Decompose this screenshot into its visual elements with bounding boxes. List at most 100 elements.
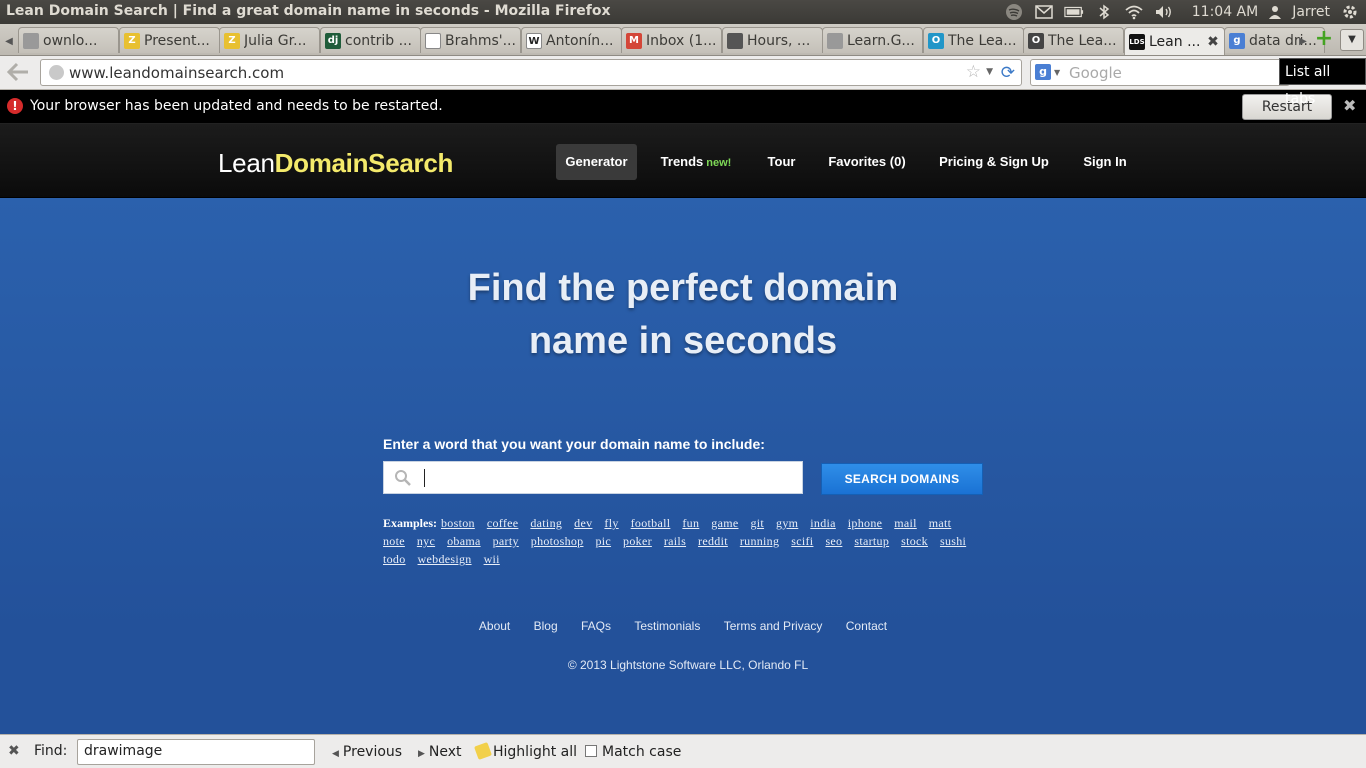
search-prompt-label: Enter a word that you want your domain n… <box>383 436 765 452</box>
url-history-dropdown-icon[interactable]: ▼ <box>986 67 993 77</box>
example-link[interactable]: poker <box>623 534 652 548</box>
google-engine-icon[interactable]: g <box>1035 64 1051 80</box>
example-link[interactable]: sushi <box>940 534 966 548</box>
browser-tab[interactable]: dj contrib ... <box>320 27 421 53</box>
battery-icon[interactable] <box>1064 3 1084 21</box>
scroll-tabs-left-icon[interactable]: ◀ <box>2 30 16 52</box>
example-link[interactable]: game <box>711 516 738 530</box>
domain-search-field[interactable] <box>383 461 803 494</box>
nav-pricing-signup[interactable]: Pricing & Sign Up <box>930 144 1058 180</box>
browser-tab[interactable]: Hours, ... <box>722 27 823 53</box>
scroll-tabs-right-icon[interactable]: ▶ <box>1296 30 1310 52</box>
bluetooth-icon[interactable] <box>1094 3 1114 21</box>
close-find-bar-icon[interactable]: ✖ <box>8 743 20 759</box>
example-link[interactable]: coffee <box>487 516 519 530</box>
wifi-icon[interactable] <box>1124 3 1144 21</box>
browser-tab[interactable]: Brahms'... <box>420 27 521 53</box>
browser-tab[interactable]: LDS Lean ... ✖ <box>1124 27 1225 55</box>
bookmark-star-icon[interactable]: ☆ <box>966 62 981 82</box>
example-link[interactable]: photoshop <box>531 534 584 548</box>
footer-contact-link[interactable]: Contact <box>846 619 887 633</box>
find-previous-button[interactable]: ◀ Previous <box>332 744 402 760</box>
find-next-button[interactable]: ▶ Next <box>418 744 462 760</box>
list-all-tabs-button[interactable]: ▼ <box>1340 29 1364 51</box>
gear-icon[interactable] <box>1340 3 1360 21</box>
volume-icon[interactable] <box>1154 3 1174 21</box>
url-bar[interactable]: www.leandomainsearch.com ☆ ▼ ⟳ <box>40 59 1022 86</box>
example-link[interactable]: reddit <box>698 534 728 548</box>
example-link[interactable]: dating <box>530 516 562 530</box>
reload-icon[interactable]: ⟳ <box>1001 63 1015 83</box>
example-link[interactable]: startup <box>854 534 889 548</box>
browser-tab[interactable]: Learn.G... <box>822 27 923 53</box>
example-link[interactable]: boston <box>441 516 475 530</box>
mail-icon[interactable] <box>1034 3 1054 21</box>
url-text[interactable]: www.leandomainsearch.com <box>69 64 284 82</box>
example-link[interactable]: gym <box>776 516 798 530</box>
browser-tab[interactable]: M Inbox (1... <box>621 27 722 53</box>
find-next-label: Next <box>428 744 462 760</box>
example-link[interactable]: git <box>750 516 764 530</box>
example-link[interactable]: fly <box>604 516 618 530</box>
nav-trends[interactable]: Trends new! <box>654 144 738 180</box>
example-link[interactable]: running <box>740 534 779 548</box>
clock[interactable]: 11:04 AM <box>1192 4 1258 20</box>
example-link[interactable]: obama <box>447 534 481 548</box>
example-link[interactable]: todo <box>383 552 406 566</box>
back-arrow-icon[interactable] <box>6 61 32 85</box>
example-link[interactable]: iphone <box>848 516 882 530</box>
match-case-checkbox[interactable]: Match case <box>585 744 681 760</box>
site-identity-icon[interactable] <box>49 65 64 80</box>
nav-favorites[interactable]: Favorites (0) <box>822 144 912 180</box>
find-input[interactable]: drawimage <box>77 739 315 765</box>
browser-tab[interactable]: W Antonín... <box>521 27 622 53</box>
user-name[interactable]: Jarret <box>1292 4 1330 20</box>
example-link[interactable]: wii <box>484 552 500 566</box>
browser-tab[interactable]: O The Lea... <box>1023 27 1124 53</box>
notification-message: Your browser has been updated and needs … <box>30 98 443 114</box>
engine-dropdown-icon[interactable]: ▼ <box>1054 68 1060 77</box>
example-link[interactable]: nyc <box>417 534 435 548</box>
highlight-all-button[interactable]: Highlight all <box>474 742 577 760</box>
tab-label: Lean ... <box>1149 33 1201 50</box>
nav-tour[interactable]: Tour <box>758 144 805 180</box>
browser-tab[interactable]: O The Lea... <box>923 27 1024 53</box>
example-link[interactable]: matt <box>929 516 952 530</box>
example-link[interactable]: mail <box>894 516 917 530</box>
site-logo[interactable]: LeanDomainSearch <box>218 148 453 179</box>
example-link[interactable]: football <box>631 516 671 530</box>
nav-generator[interactable]: Generator <box>556 144 637 180</box>
footer-terms-link[interactable]: Terms and Privacy <box>724 619 823 633</box>
example-link[interactable]: seo <box>825 534 842 548</box>
example-link[interactable]: note <box>383 534 405 548</box>
example-link[interactable]: dev <box>574 516 592 530</box>
example-link[interactable]: pic <box>595 534 611 548</box>
example-link[interactable]: india <box>810 516 836 530</box>
tab-label: Julia Gr... <box>244 32 307 49</box>
footer-faqs-link[interactable]: FAQs <box>581 619 611 633</box>
web-search-box[interactable]: g ▼ Google <box>1030 59 1290 86</box>
nav-sign-in[interactable]: Sign In <box>1076 144 1134 180</box>
example-link[interactable]: rails <box>664 534 686 548</box>
find-label: Find: <box>34 743 68 759</box>
example-link[interactable]: stock <box>901 534 928 548</box>
example-link[interactable]: fun <box>682 516 699 530</box>
tab-label: ownlo... <box>43 32 98 49</box>
footer-testimonials-link[interactable]: Testimonials <box>634 619 700 633</box>
close-notification-icon[interactable]: ✖ <box>1343 96 1356 115</box>
close-tab-icon[interactable]: ✖ <box>1205 34 1221 50</box>
browser-tab[interactable]: Z Julia Gr... <box>219 27 320 53</box>
new-tab-icon[interactable]: + <box>1314 28 1334 50</box>
generic-icon <box>827 32 843 49</box>
browser-tab[interactable]: ownlo... <box>18 27 119 53</box>
example-link[interactable]: party <box>493 534 519 548</box>
example-link[interactable]: scifi <box>791 534 813 548</box>
spotify-icon[interactable] <box>1004 3 1024 21</box>
search-domains-button[interactable]: SEARCH DOMAINS <box>821 463 983 495</box>
browser-tab[interactable]: Z Present... <box>119 27 220 53</box>
example-link[interactable]: webdesign <box>418 552 472 566</box>
footer-about-link[interactable]: About <box>479 619 510 633</box>
domain-search-input[interactable] <box>422 466 792 490</box>
headline-line-2: name in seconds <box>528 320 838 362</box>
footer-blog-link[interactable]: Blog <box>534 619 558 633</box>
